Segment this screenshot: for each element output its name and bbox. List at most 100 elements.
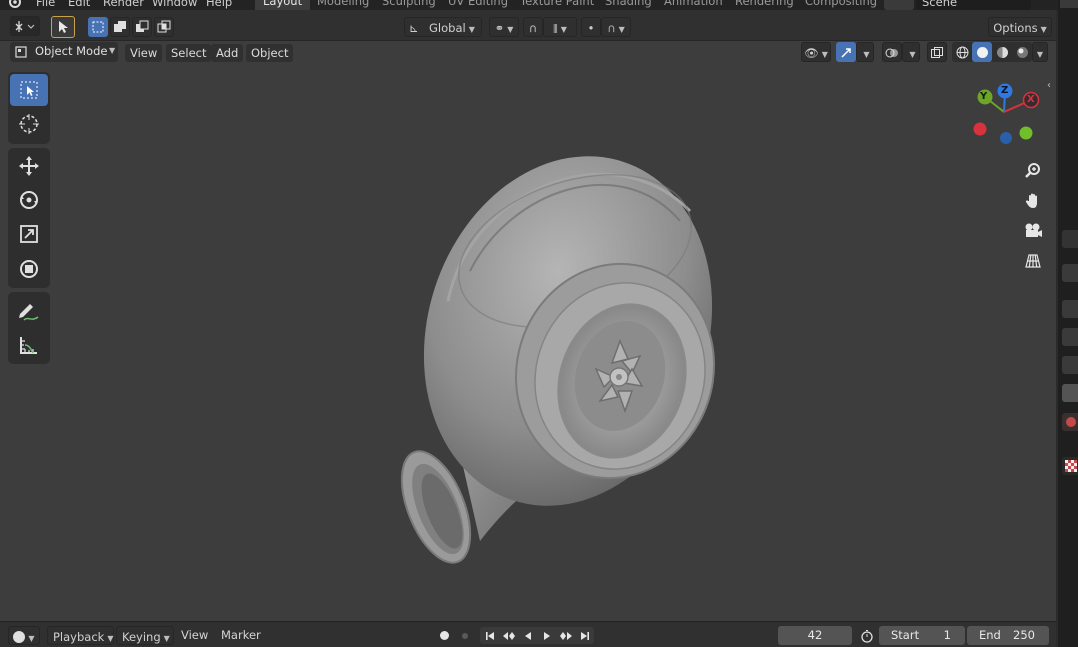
- tab-modeling[interactable]: Modeling: [309, 0, 377, 10]
- sidebar-toggle-icon[interactable]: ‹: [1047, 80, 1051, 91]
- viewport-menu-view[interactable]: View: [125, 44, 163, 62]
- object-mode-dropdown[interactable]: Object Mode ▼: [10, 42, 118, 62]
- new-scene-icon[interactable]: [1036, 0, 1052, 10]
- material-shading-button[interactable]: [992, 42, 1012, 62]
- mode-extend-button[interactable]: [110, 17, 130, 37]
- menu-help[interactable]: Help: [206, 0, 232, 10]
- jump-next-keyframe-button[interactable]: [556, 627, 575, 644]
- transform-orientation-dropdown[interactable]: ⊾ Global ▼: [404, 17, 482, 37]
- tool-rotate[interactable]: [10, 184, 48, 216]
- tab-compositing[interactable]: Compositing: [797, 0, 885, 10]
- tool-move[interactable]: [10, 150, 48, 182]
- wireframe-shading-button[interactable]: [952, 42, 972, 62]
- scene-selector-icon[interactable]: [884, 0, 914, 10]
- properties-output-tab[interactable]: [1062, 328, 1078, 346]
- tool-measure[interactable]: [10, 329, 48, 361]
- orientation-value: Global: [429, 21, 466, 35]
- blender-logo-icon[interactable]: [8, 0, 24, 10]
- overlays-toggle[interactable]: [882, 42, 902, 62]
- viewport-menu-object[interactable]: Object: [246, 44, 294, 62]
- select-new-icon: [92, 21, 104, 33]
- pan-button[interactable]: [1018, 186, 1048, 216]
- 3d-viewport[interactable]: [0, 41, 1056, 621]
- tool-annotate[interactable]: [10, 294, 48, 326]
- properties-tools-tab[interactable]: [1062, 230, 1078, 248]
- mode-invert-button[interactable]: [154, 17, 174, 37]
- visibility-dropdown[interactable]: 👁 ▼: [801, 42, 831, 62]
- tab-texture-paint[interactable]: Texture Paint: [512, 0, 602, 10]
- tab-shading[interactable]: Shading: [597, 0, 660, 10]
- snap-increment-icon: ⫼: [553, 24, 558, 35]
- scene-name-field[interactable]: Scene: [916, 0, 1031, 10]
- gizmo-toggle[interactable]: [836, 42, 856, 62]
- proportional-edit-toggle[interactable]: •: [581, 17, 601, 37]
- jump-start-button[interactable]: [480, 627, 499, 644]
- zoom-button[interactable]: [1018, 156, 1048, 186]
- mode-subtract-button[interactable]: [132, 17, 152, 37]
- properties-texture-tab[interactable]: [1062, 457, 1078, 475]
- menu-render[interactable]: Render: [103, 0, 144, 10]
- overlays-dropdown[interactable]: ▼: [902, 42, 920, 62]
- preview-range-toggle[interactable]: [857, 627, 877, 644]
- eye-icon: 👁: [804, 46, 819, 60]
- tool-transform[interactable]: [10, 253, 48, 285]
- timeline-editor-type-button[interactable]: ▼: [8, 626, 40, 645]
- tab-rendering[interactable]: Rendering: [727, 0, 802, 10]
- menu-window[interactable]: Window: [152, 0, 197, 10]
- auto-keying-options[interactable]: [455, 627, 474, 644]
- pivot-point-dropdown[interactable]: ⚭ ▼: [489, 17, 519, 37]
- tool-scale[interactable]: [10, 218, 48, 250]
- xray-icon: [931, 47, 943, 58]
- solid-shading-button[interactable]: [972, 42, 992, 62]
- record-button[interactable]: [435, 627, 454, 644]
- wireframe-sphere-icon: [956, 46, 968, 58]
- tab-animation[interactable]: Animation: [656, 0, 731, 10]
- camera-icon: [1025, 223, 1042, 237]
- falloff-dropdown[interactable]: ∩ ▼: [601, 17, 631, 37]
- chevron-down-icon: ▼: [468, 25, 475, 34]
- viewport-menu-add[interactable]: Add: [211, 44, 244, 62]
- properties-view-layer-tab[interactable]: [1062, 356, 1078, 374]
- camera-view-button[interactable]: [1018, 216, 1048, 246]
- rendered-shading-button[interactable]: [1012, 42, 1032, 62]
- properties-render-tab[interactable]: [1062, 300, 1078, 318]
- gizmo-dropdown[interactable]: ▼: [856, 42, 874, 62]
- keying-menu[interactable]: Keying ▼: [116, 626, 174, 645]
- properties-scene-tab[interactable]: [1062, 384, 1078, 402]
- tab-layout[interactable]: Layout: [255, 0, 311, 10]
- jump-prev-keyframe-button[interactable]: [499, 627, 518, 644]
- play-reverse-button[interactable]: [518, 627, 537, 644]
- playback-menu[interactable]: Playback ▼: [47, 626, 114, 645]
- menu-edit[interactable]: Edit: [68, 0, 90, 10]
- gizmo-neg-z[interactable]: [1000, 132, 1012, 144]
- object-mode-icon: [15, 46, 27, 58]
- start-frame-field[interactable]: Start 1: [879, 626, 965, 645]
- chevron-down-icon: ▼: [507, 25, 514, 34]
- shading-dropdown[interactable]: ▼: [1032, 42, 1048, 62]
- tab-uv-editing[interactable]: UV Editing: [440, 0, 516, 10]
- properties-world-tab[interactable]: [1062, 413, 1078, 431]
- end-frame-field[interactable]: End 250: [967, 626, 1049, 645]
- options-dropdown[interactable]: Options ▼: [988, 17, 1052, 37]
- turbocharger-mesh[interactable]: [0, 41, 1056, 621]
- play-button[interactable]: [537, 627, 556, 644]
- jump-end-button[interactable]: [575, 627, 594, 644]
- menu-file[interactable]: File: [36, 0, 55, 10]
- timeline-view-menu[interactable]: View: [177, 626, 212, 644]
- gizmo-neg-x[interactable]: [973, 122, 987, 136]
- snap-target-dropdown[interactable]: ⫼ ▼: [543, 17, 577, 37]
- properties-tool-tab[interactable]: [1062, 264, 1078, 282]
- gizmo-neg-y[interactable]: [1019, 126, 1033, 140]
- xray-toggle[interactable]: [927, 42, 947, 62]
- tool-select-box[interactable]: [10, 74, 48, 106]
- perspective-toggle-button[interactable]: [1018, 246, 1048, 276]
- editor-type-button[interactable]: [10, 16, 40, 36]
- snap-toggle[interactable]: ∩: [523, 17, 543, 37]
- viewport-menu-select[interactable]: Select: [166, 44, 212, 62]
- mode-new-button[interactable]: [88, 17, 108, 37]
- tool-cursor[interactable]: [10, 108, 48, 140]
- tab-sculpting[interactable]: Sculpting: [374, 0, 444, 10]
- current-frame-field[interactable]: 42: [778, 626, 852, 645]
- timeline-marker-menu[interactable]: Marker: [217, 626, 265, 644]
- active-tool-button[interactable]: [51, 16, 75, 38]
